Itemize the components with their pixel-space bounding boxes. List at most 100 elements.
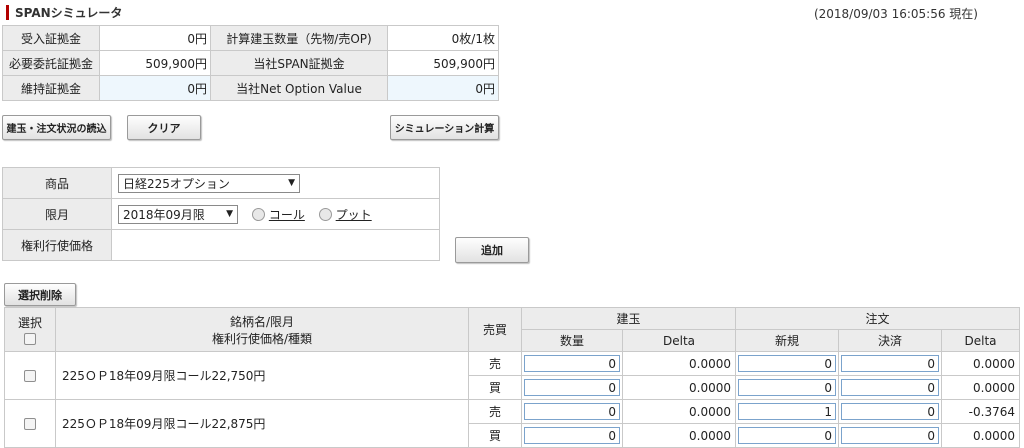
order-delta-cell: 0.0000 xyxy=(941,423,1020,448)
form-row-strike: 権利行使価格 xyxy=(2,229,440,261)
page-title-text: SPANシミュレータ xyxy=(15,5,123,20)
strike-label: 権利行使価格 xyxy=(2,229,112,261)
settle-cell: 0 xyxy=(838,423,942,448)
label-position-count: 計算建玉数量（先物/売OP) xyxy=(210,25,388,51)
product-select-value: 日経225オプション xyxy=(123,176,230,191)
instrument-name: 225ＯＰ18年09月限コール22,875円 xyxy=(55,399,469,448)
label-maintenance-margin: 維持証拠金 xyxy=(2,75,100,101)
new-input[interactable]: 0 xyxy=(738,355,836,372)
row-checkbox[interactable] xyxy=(24,370,36,382)
new-input[interactable]: 1 xyxy=(738,403,836,420)
strike-cell[interactable] xyxy=(111,229,440,261)
qty-input[interactable]: 0 xyxy=(524,379,620,396)
put-label[interactable]: プット xyxy=(336,208,372,222)
settle-input[interactable]: 0 xyxy=(841,403,939,420)
value-maintenance-margin: 0円 xyxy=(99,75,211,101)
dropdown-arrow-icon: ▼ xyxy=(226,209,233,219)
add-button[interactable]: 追加 xyxy=(455,237,529,263)
month-select[interactable]: 2018年09月限 ▼ xyxy=(118,204,238,224)
product-label: 商品 xyxy=(2,167,112,199)
title-accent-bar xyxy=(6,4,9,20)
side-cell: 売 xyxy=(468,351,522,376)
instrument-name: 225ＯＰ18年09月限コール22,750円 xyxy=(55,351,469,400)
label-required-margin: 必要委託証拠金 xyxy=(2,50,100,76)
select-header-label: 選択 xyxy=(17,316,42,330)
qty-input[interactable]: 0 xyxy=(524,403,620,420)
delete-selected-button[interactable]: 選択削除 xyxy=(4,283,76,306)
simulate-button[interactable]: シミュレーション計算 xyxy=(390,115,499,140)
label-span-margin: 当社SPAN証拠金 xyxy=(210,50,388,76)
table-row: 225ＯＰ18年09月限コール22,875円 売 0 0.0000 1 0 -0… xyxy=(4,399,1020,448)
new-cell: 0 xyxy=(735,375,839,400)
page-title: SPANシミュレータ xyxy=(6,4,186,20)
qty-header: 数量 xyxy=(521,329,623,352)
name-header: 銘柄名/限月 権利行使価格/種類 xyxy=(55,307,469,352)
delta-cell: 0.0000 xyxy=(622,351,736,376)
qty-input[interactable]: 0 xyxy=(524,427,620,444)
positions-table: 選択 銘柄名/限月 権利行使価格/種類 売買 建玉 注文 数量 Delta 新規… xyxy=(4,307,1020,448)
name-header-line2: 権利行使価格/種類 xyxy=(211,331,313,346)
delta-cell: 0.0000 xyxy=(622,399,736,424)
form-row-month: 限月 2018年09月限 ▼ コール プット xyxy=(2,198,440,230)
order-delta-header: Delta xyxy=(941,329,1020,352)
month-select-value: 2018年09月限 xyxy=(123,207,205,222)
row-checkbox[interactable] xyxy=(24,418,36,430)
order-delta-cell: -0.3764 xyxy=(941,399,1020,424)
product-cell: 日経225オプション ▼ xyxy=(111,167,440,199)
new-input[interactable]: 0 xyxy=(738,379,836,396)
new-input[interactable]: 0 xyxy=(738,427,836,444)
delta-cell: 0.0000 xyxy=(622,375,736,400)
summary-row: 維持証拠金 0円 当社Net Option Value 0円 xyxy=(2,75,499,101)
summary-table: 受入証拠金 0円 計算建玉数量（先物/売OP) 0枚/1枚 必要委託証拠金 50… xyxy=(2,25,499,101)
table-row: 225ＯＰ18年09月限コール22,750円 売 0 0.0000 0 0 0.… xyxy=(4,351,1020,400)
form-row-product: 商品 日経225オプション ▼ xyxy=(2,167,440,199)
put-radio[interactable] xyxy=(318,207,332,221)
label-net-option-value: 当社Net Option Value xyxy=(210,75,388,101)
new-cell: 0 xyxy=(735,351,839,376)
settle-cell: 0 xyxy=(838,399,942,424)
settle-input[interactable]: 0 xyxy=(841,379,939,396)
value-span-margin: 509,900円 xyxy=(387,50,499,76)
settle-input[interactable]: 0 xyxy=(841,427,939,444)
delta-cell: 0.0000 xyxy=(622,423,736,448)
month-cell: 2018年09月限 ▼ コール プット xyxy=(111,198,440,230)
value-net-option-value: 0円 xyxy=(387,75,499,101)
settle-header: 決済 xyxy=(838,329,942,352)
qty-cell: 0 xyxy=(521,351,623,376)
side-header: 売買 xyxy=(468,307,522,352)
position-header: 建玉 xyxy=(521,307,736,330)
side-cell: 買 xyxy=(468,423,522,448)
side-cell: 売 xyxy=(468,399,522,424)
order-delta-cell: 0.0000 xyxy=(941,375,1020,400)
call-radio[interactable] xyxy=(251,207,265,221)
label-deposit: 受入証拠金 xyxy=(2,25,100,51)
name-header-line1: 銘柄名/限月 xyxy=(229,314,295,329)
summary-row: 受入証拠金 0円 計算建玉数量（先物/売OP) 0枚/1枚 xyxy=(2,25,499,51)
call-label[interactable]: コール xyxy=(269,208,305,222)
value-deposit: 0円 xyxy=(99,25,211,51)
product-select[interactable]: 日経225オプション ▼ xyxy=(118,173,300,193)
side-cell: 買 xyxy=(468,375,522,400)
row-select-cell xyxy=(4,351,56,400)
new-header: 新規 xyxy=(735,329,839,352)
qty-cell: 0 xyxy=(521,399,623,424)
clear-button[interactable]: クリア xyxy=(127,115,201,140)
delta-header: Delta xyxy=(622,329,736,352)
select-all-checkbox[interactable] xyxy=(24,332,36,345)
settle-input[interactable]: 0 xyxy=(841,355,939,372)
settle-cell: 0 xyxy=(838,351,942,376)
header-row: 選択 銘柄名/限月 権利行使価格/種類 売買 建玉 注文 xyxy=(4,307,1020,352)
order-header: 注文 xyxy=(735,307,1020,330)
new-cell: 0 xyxy=(735,423,839,448)
qty-cell: 0 xyxy=(521,423,623,448)
qty-input[interactable]: 0 xyxy=(524,355,620,372)
load-positions-button[interactable]: 建玉・注文状況の読込 xyxy=(2,115,111,140)
summary-row: 必要委託証拠金 509,900円 当社SPAN証拠金 509,900円 xyxy=(2,50,499,76)
month-label: 限月 xyxy=(2,198,112,230)
row-select-cell xyxy=(4,399,56,448)
new-cell: 1 xyxy=(735,399,839,424)
select-header: 選択 xyxy=(4,307,56,352)
value-position-count: 0枚/1枚 xyxy=(387,25,499,51)
qty-cell: 0 xyxy=(521,375,623,400)
settle-cell: 0 xyxy=(838,375,942,400)
